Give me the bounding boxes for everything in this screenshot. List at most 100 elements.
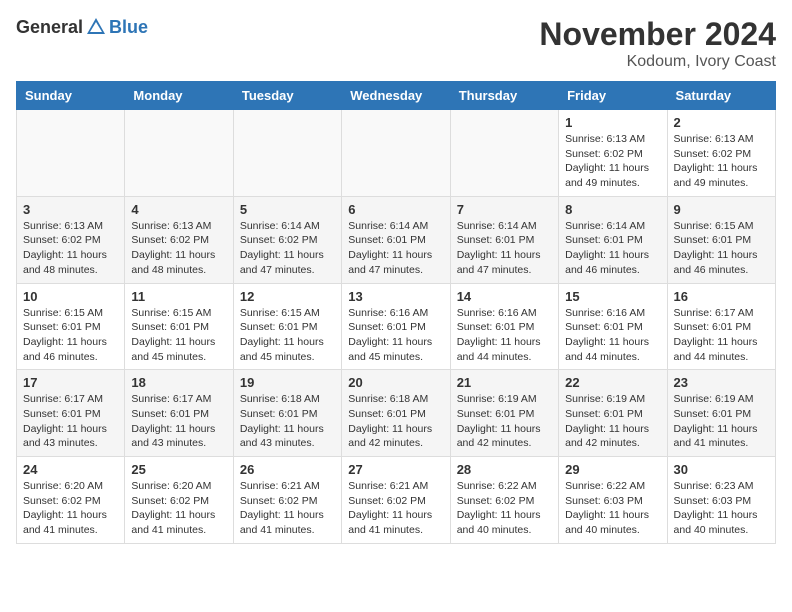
day-info: Sunrise: 6:17 AM Sunset: 6:01 PM Dayligh… — [23, 392, 118, 451]
calendar-cell: 19Sunrise: 6:18 AM Sunset: 6:01 PM Dayli… — [233, 370, 341, 457]
calendar-cell: 30 Sunrise: 6:23 AM Sunset: 6:03 PM Dayli… — [667, 457, 775, 544]
logo-icon — [85, 16, 107, 38]
calendar-table: SundayMondayTuesdayWednesdayThursdayFrid… — [16, 81, 776, 544]
day-number: 30 — [674, 462, 769, 477]
day-number: 27 — [348, 462, 443, 477]
day-info: Sunrise: 6:20 AM Sunset: 6:02 PM Dayligh… — [23, 479, 118, 538]
day-info: Sunrise: 6:15 AM Sunset: 6:01 PM Dayligh… — [131, 306, 226, 365]
day-number: 14 — [457, 289, 552, 304]
logo: General Blue — [16, 16, 148, 38]
calendar-cell: 24 Sunrise: 6:20 AM Sunset: 6:02 PM Dayli… — [17, 457, 125, 544]
day-info: Sunrise: 6:13 AM Sunset: 6:02 PM Dayligh… — [23, 219, 118, 278]
day-number: 7 — [457, 202, 552, 217]
calendar-cell: 6Sunrise: 6:14 AM Sunset: 6:01 PM Daylig… — [342, 196, 450, 283]
day-number: 1 — [565, 115, 660, 130]
day-number: 13 — [348, 289, 443, 304]
day-number: 21 — [457, 375, 552, 390]
calendar-cell: 16 Sunrise: 6:17 AM Sunset: 6:01 PM Dayli… — [667, 283, 775, 370]
calendar-cell: 20 Sunrise: 6:18 AM Sunset: 6:01 PM Dayli… — [342, 370, 450, 457]
weekday-header: Sunday — [17, 82, 125, 110]
calendar-cell: 2 Sunrise: 6:13 AM Sunset: 6:02 PM Daylig… — [667, 110, 775, 197]
day-info: Sunrise: 6:15 AM Sunset: 6:01 PM Dayligh… — [674, 219, 769, 278]
calendar-cell: 25Sunrise: 6:20 AM Sunset: 6:02 PM Dayli… — [125, 457, 233, 544]
calendar-cell: 4 Sunrise: 6:13 AM Sunset: 6:02 PM Daylig… — [125, 196, 233, 283]
calendar-cell — [125, 110, 233, 197]
calendar-cell: 21 Sunrise: 6:19 AM Sunset: 6:01 PM Dayli… — [450, 370, 558, 457]
day-number: 28 — [457, 462, 552, 477]
day-number: 4 — [131, 202, 226, 217]
title-block: November 2024 Kodoum, Ivory Coast — [539, 16, 776, 71]
day-info: Sunrise: 6:19 AM Sunset: 6:01 PM Dayligh… — [565, 392, 660, 451]
day-info: Sunrise: 6:14 AM Sunset: 6:01 PM Dayligh… — [565, 219, 660, 278]
day-number: 22 — [565, 375, 660, 390]
day-info: Sunrise: 6:18 AM Sunset: 6:01 PM Dayligh… — [348, 392, 443, 451]
day-info: Sunrise: 6:15 AM Sunset: 6:01 PM Dayligh… — [240, 306, 335, 365]
day-number: 17 — [23, 375, 118, 390]
calendar-cell: 3 Sunrise: 6:13 AM Sunset: 6:02 PM Daylig… — [17, 196, 125, 283]
calendar-cell: 11Sunrise: 6:15 AM Sunset: 6:01 PM Dayli… — [125, 283, 233, 370]
day-info: Sunrise: 6:17 AM Sunset: 6:01 PM Dayligh… — [131, 392, 226, 451]
day-number: 16 — [674, 289, 769, 304]
day-number: 8 — [565, 202, 660, 217]
calendar-cell: 26 Sunrise: 6:21 AM Sunset: 6:02 PM Dayli… — [233, 457, 341, 544]
day-info: Sunrise: 6:23 AM Sunset: 6:03 PM Dayligh… — [674, 479, 769, 538]
day-number: 3 — [23, 202, 118, 217]
calendar-week-row: 17 Sunrise: 6:17 AM Sunset: 6:01 PM Dayli… — [17, 370, 776, 457]
day-info: Sunrise: 6:19 AM Sunset: 6:01 PM Dayligh… — [674, 392, 769, 451]
page-title: November 2024 — [539, 16, 776, 53]
page-header: General Blue November 2024 Kodoum, Ivory… — [16, 16, 776, 71]
weekday-header: Saturday — [667, 82, 775, 110]
day-number: 26 — [240, 462, 335, 477]
day-info: Sunrise: 6:15 AM Sunset: 6:01 PM Dayligh… — [23, 306, 118, 365]
calendar-cell: 27 Sunrise: 6:21 AM Sunset: 6:02 PM Dayli… — [342, 457, 450, 544]
day-info: Sunrise: 6:18 AM Sunset: 6:01 PM Dayligh… — [240, 392, 335, 451]
calendar-cell: 22 Sunrise: 6:19 AM Sunset: 6:01 PM Dayli… — [559, 370, 667, 457]
weekday-header: Thursday — [450, 82, 558, 110]
day-info: Sunrise: 6:14 AM Sunset: 6:01 PM Dayligh… — [457, 219, 552, 278]
day-number: 29 — [565, 462, 660, 477]
day-info: Sunrise: 6:13 AM Sunset: 6:02 PM Dayligh… — [131, 219, 226, 278]
calendar-cell: 5Sunrise: 6:14 AM Sunset: 6:02 PM Daylig… — [233, 196, 341, 283]
day-number: 20 — [348, 375, 443, 390]
logo-blue-text: Blue — [109, 17, 148, 38]
calendar-week-row: 24 Sunrise: 6:20 AM Sunset: 6:02 PM Dayli… — [17, 457, 776, 544]
day-info: Sunrise: 6:19 AM Sunset: 6:01 PM Dayligh… — [457, 392, 552, 451]
day-info: Sunrise: 6:17 AM Sunset: 6:01 PM Dayligh… — [674, 306, 769, 365]
calendar-cell — [342, 110, 450, 197]
calendar-cell: 29 Sunrise: 6:22 AM Sunset: 6:03 PM Dayli… — [559, 457, 667, 544]
weekday-header: Friday — [559, 82, 667, 110]
calendar-cell: 23Sunrise: 6:19 AM Sunset: 6:01 PM Dayli… — [667, 370, 775, 457]
calendar-cell — [233, 110, 341, 197]
calendar-header-row: SundayMondayTuesdayWednesdayThursdayFrid… — [17, 82, 776, 110]
day-number: 12 — [240, 289, 335, 304]
logo-general-text: General — [16, 17, 83, 38]
calendar-cell: 18 Sunrise: 6:17 AM Sunset: 6:01 PM Dayli… — [125, 370, 233, 457]
page-subtitle: Kodoum, Ivory Coast — [539, 53, 776, 71]
calendar-cell: 15Sunrise: 6:16 AM Sunset: 6:01 PM Dayli… — [559, 283, 667, 370]
day-number: 5 — [240, 202, 335, 217]
day-number: 18 — [131, 375, 226, 390]
day-info: Sunrise: 6:21 AM Sunset: 6:02 PM Dayligh… — [348, 479, 443, 538]
day-info: Sunrise: 6:13 AM Sunset: 6:02 PM Dayligh… — [674, 132, 769, 191]
day-info: Sunrise: 6:22 AM Sunset: 6:02 PM Dayligh… — [457, 479, 552, 538]
day-info: Sunrise: 6:16 AM Sunset: 6:01 PM Dayligh… — [565, 306, 660, 365]
calendar-cell: 17 Sunrise: 6:17 AM Sunset: 6:01 PM Dayli… — [17, 370, 125, 457]
calendar-cell: 9 Sunrise: 6:15 AM Sunset: 6:01 PM Daylig… — [667, 196, 775, 283]
day-number: 24 — [23, 462, 118, 477]
calendar-cell — [17, 110, 125, 197]
calendar-week-row: 1 Sunrise: 6:13 AM Sunset: 6:02 PM Daylig… — [17, 110, 776, 197]
calendar-cell — [450, 110, 558, 197]
day-number: 2 — [674, 115, 769, 130]
day-number: 9 — [674, 202, 769, 217]
day-info: Sunrise: 6:16 AM Sunset: 6:01 PM Dayligh… — [457, 306, 552, 365]
day-info: Sunrise: 6:13 AM Sunset: 6:02 PM Dayligh… — [565, 132, 660, 191]
calendar-cell: 13Sunrise: 6:16 AM Sunset: 6:01 PM Dayli… — [342, 283, 450, 370]
day-info: Sunrise: 6:21 AM Sunset: 6:02 PM Dayligh… — [240, 479, 335, 538]
calendar-week-row: 10Sunrise: 6:15 AM Sunset: 6:01 PM Dayli… — [17, 283, 776, 370]
calendar-week-row: 3 Sunrise: 6:13 AM Sunset: 6:02 PM Daylig… — [17, 196, 776, 283]
day-number: 6 — [348, 202, 443, 217]
day-info: Sunrise: 6:20 AM Sunset: 6:02 PM Dayligh… — [131, 479, 226, 538]
calendar-cell: 10Sunrise: 6:15 AM Sunset: 6:01 PM Dayli… — [17, 283, 125, 370]
weekday-header: Tuesday — [233, 82, 341, 110]
day-info: Sunrise: 6:22 AM Sunset: 6:03 PM Dayligh… — [565, 479, 660, 538]
